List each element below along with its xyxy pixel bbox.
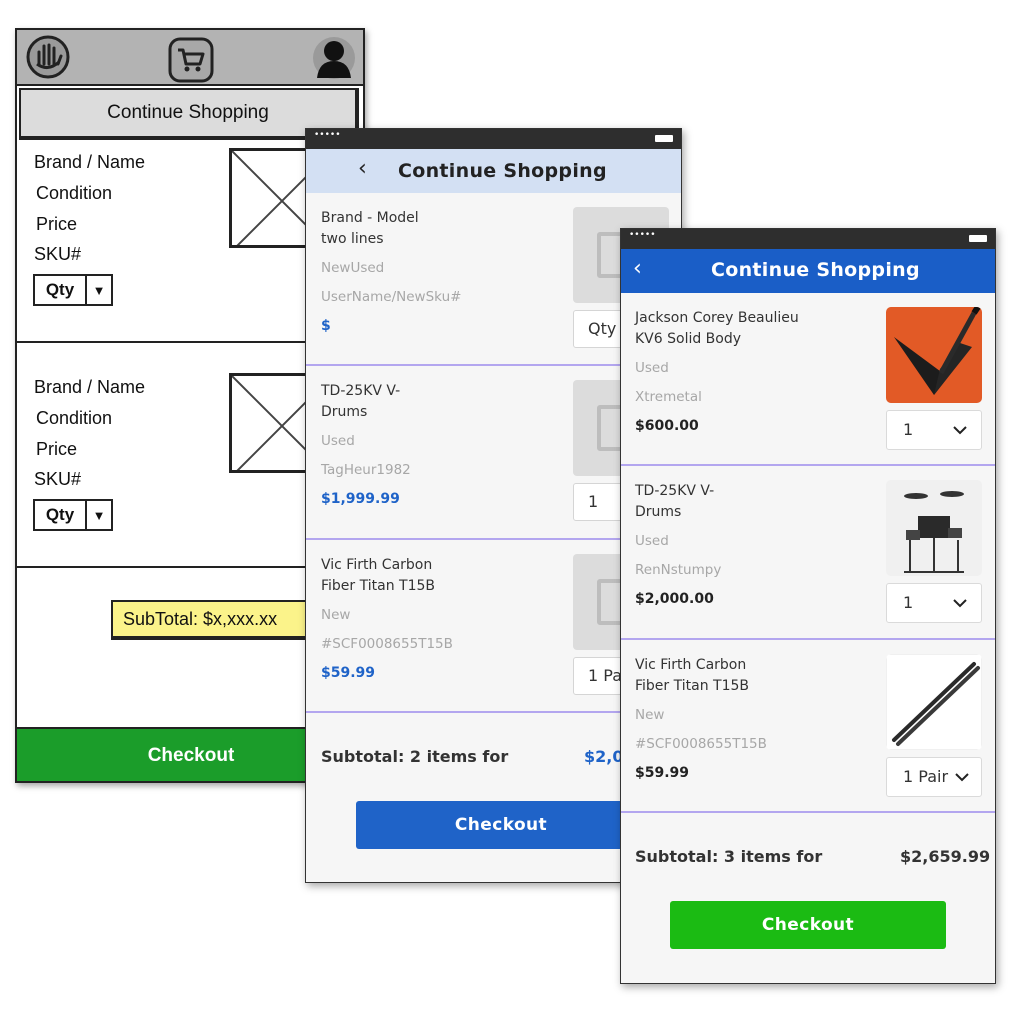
status-bar: ••••• — [621, 229, 995, 249]
item-title-line2: Drums — [635, 504, 682, 520]
item-divider — [621, 638, 995, 640]
dropdown-arrow-icon: ▼ — [85, 276, 111, 304]
item-price: $59.99 — [321, 665, 376, 681]
drumsticks-photo[interactable] — [886, 654, 982, 750]
back-chevron-icon[interactable]: ‹ — [358, 156, 367, 181]
item-title-line1: TD-25KV V- — [321, 383, 401, 399]
qty-label: Qty — [45, 505, 75, 524]
item-price: $1,999.99 — [321, 491, 400, 507]
item-title-line1: Jackson Corey Beaulieu — [635, 310, 799, 326]
chevron-down-icon — [953, 426, 967, 435]
cart-icon[interactable] — [167, 36, 215, 84]
item-title-line2: two lines — [321, 231, 384, 247]
qty-value: 1 — [903, 593, 914, 612]
hifi-screen: ••••• ‹ Continue Shopping Jackson Corey … — [620, 228, 996, 984]
qty-value: 1 Pair — [903, 767, 949, 786]
item-title-line1: Vic Firth Carbon — [321, 557, 433, 573]
battery-icon — [655, 135, 673, 142]
battery-icon — [969, 235, 987, 242]
item-seller: #SCF0008655T15B — [635, 736, 767, 752]
brand-name-label: Brand / Name — [34, 152, 146, 172]
item-condition: NewUsed — [321, 260, 385, 276]
item-price: $ — [321, 318, 331, 334]
item-title-line2: Fiber Titan T15B — [321, 578, 436, 594]
back-chevron-icon[interactable]: ‹ — [633, 256, 642, 281]
sku-label: SKU# — [34, 469, 82, 489]
qty-dropdown[interactable]: Qty ▼ — [33, 274, 113, 306]
item-price: $600.00 — [635, 418, 699, 434]
qty-select[interactable]: 1 — [886, 410, 982, 450]
signal-dots: ••••• — [629, 230, 656, 240]
subtotal-value: $2,0 — [584, 747, 624, 766]
signal-dots: ••••• — [314, 130, 341, 140]
item-divider — [621, 811, 995, 813]
price-label: Price — [36, 214, 78, 234]
item-condition: New — [321, 607, 351, 623]
item-seller: RenNstumpy — [635, 562, 722, 578]
user-icon[interactable] — [311, 34, 357, 82]
page-title[interactable]: Continue Shopping — [711, 259, 920, 281]
checkout-button[interactable]: Checkout — [356, 801, 646, 849]
item-title-line2: Drums — [321, 404, 368, 420]
item-seller: UserName/NewSku# — [321, 289, 462, 305]
item-title-line2: Fiber Titan T15B — [635, 678, 750, 694]
subtotal-label: Subtotal: 2 items for — [321, 747, 509, 766]
item-price: $59.99 — [635, 765, 690, 781]
condition-label: Condition — [36, 183, 113, 203]
qty-value: 1 — [903, 420, 914, 439]
checkout-button[interactable]: Checkout — [670, 901, 946, 949]
subtotal-value: $2,659.99 — [900, 847, 991, 866]
qty-select[interactable]: 1 Pair — [886, 757, 982, 797]
item-condition: Used — [635, 533, 669, 549]
page-title[interactable]: Continue Shopping — [398, 160, 607, 182]
item-title-line1: Brand - Model — [321, 210, 419, 226]
status-bar: ••••• — [306, 129, 681, 149]
item-condition: Used — [321, 433, 355, 449]
item-condition: Used — [635, 360, 669, 376]
guitar-photo[interactable] — [886, 307, 982, 403]
item-condition: New — [635, 707, 665, 723]
item-price: $2,000.00 — [635, 591, 714, 607]
dropdown-arrow-icon: ▼ — [85, 501, 111, 529]
sku-label: SKU# — [34, 244, 82, 264]
item-seller: #SCF0008655T15B — [321, 636, 453, 652]
drum-kit-photo[interactable] — [886, 480, 982, 576]
item-seller: TagHeur1982 — [321, 462, 411, 478]
condition-label: Condition — [36, 408, 113, 428]
price-label: Price — [36, 439, 78, 459]
qty-dropdown[interactable]: Qty ▼ — [33, 499, 113, 531]
chevron-down-icon — [955, 773, 969, 782]
subtotal-label: Subtotal: 3 items for — [635, 847, 823, 866]
hand-logo-icon[interactable] — [25, 34, 71, 80]
item-seller: Xtremetal — [635, 389, 702, 405]
chevron-down-icon — [953, 599, 967, 608]
brand-name-label: Brand / Name — [34, 377, 146, 397]
item-title-line1: TD-25KV V- — [635, 483, 715, 499]
qty-select[interactable]: 1 — [886, 583, 982, 623]
qty-label: Qty — [45, 280, 75, 299]
item-divider — [621, 464, 995, 466]
item-title-line1: Vic Firth Carbon — [635, 657, 747, 673]
item-title-line2: KV6 Solid Body — [635, 331, 742, 347]
